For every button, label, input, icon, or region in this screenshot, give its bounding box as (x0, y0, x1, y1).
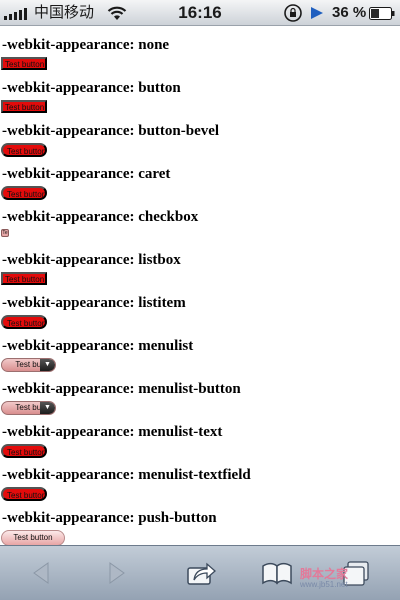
test-button[interactable]: Test button (1, 444, 47, 458)
row-heading: -webkit-appearance: listitem (2, 295, 186, 311)
screen: 中国移动 16:16 36 % -webkit-appearance: none… (0, 0, 400, 600)
rotation-lock-icon (284, 4, 302, 22)
row-heading: -webkit-appearance: checkbox (2, 209, 199, 225)
test-checkbox-button[interactable]: Te (1, 229, 9, 237)
row-heading: -webkit-appearance: button (2, 80, 181, 96)
appearance-row: -webkit-appearance: menulist Test butt ▼ (0, 329, 400, 372)
signal-icon (4, 6, 27, 20)
appearance-row: -webkit-appearance: listitem Test button (0, 286, 400, 329)
test-button[interactable]: Test button (1, 315, 47, 329)
row-heading: -webkit-appearance: none (2, 37, 170, 53)
battery-icon (369, 7, 395, 20)
test-push-button[interactable]: Test button (1, 530, 65, 546)
appearance-row: -webkit-appearance: push-button Test but… (0, 501, 400, 546)
row-heading: -webkit-appearance: push-button (2, 510, 217, 526)
play-icon (311, 7, 323, 19)
appearance-row: -webkit-appearance: listbox Test button (0, 243, 400, 286)
appearance-row: -webkit-appearance: none Test button (0, 28, 400, 71)
row-heading: -webkit-appearance: listbox (2, 252, 181, 268)
test-button[interactable]: Test button (1, 186, 47, 200)
carrier-name: 中国移动 (34, 4, 95, 21)
test-menulist-button[interactable]: Test butt ▼ (1, 358, 56, 372)
status-bar: 中国移动 16:16 36 % (0, 0, 400, 26)
dropdown-arrow-icon: ▼ (40, 359, 55, 371)
test-menulist-button[interactable]: Test butt ▼ (1, 401, 56, 415)
forward-icon[interactable] (100, 558, 134, 588)
appearance-row: -webkit-appearance: menulist-button Test… (0, 372, 400, 415)
test-button[interactable]: Test button (1, 57, 47, 70)
test-button[interactable]: Test button (1, 487, 47, 501)
row-heading: -webkit-appearance: button-bevel (2, 123, 220, 139)
appearance-row: -webkit-appearance: checkbox Te (0, 200, 400, 243)
back-icon[interactable] (24, 558, 58, 588)
site-watermark: 脚本之家 www.jb51.net (300, 565, 348, 589)
wifi-icon (107, 6, 127, 20)
row-heading: -webkit-appearance: menulist (2, 338, 194, 354)
battery-percent: 36 % (332, 4, 367, 21)
appearance-row: -webkit-appearance: menulist-textfield T… (0, 458, 400, 501)
test-button[interactable]: Test button (1, 143, 47, 157)
watermark-text: 脚本之家 (300, 567, 349, 581)
appearance-row: -webkit-appearance: button-bevel Test bu… (0, 114, 400, 157)
row-heading: -webkit-appearance: menulist-button (2, 381, 241, 397)
dropdown-arrow-icon: ▼ (40, 402, 55, 414)
row-heading: -webkit-appearance: menulist-text (2, 424, 223, 440)
bookmarks-icon[interactable] (260, 558, 294, 588)
test-button[interactable]: Test button (1, 100, 47, 113)
appearance-row: -webkit-appearance: menulist-text Test b… (0, 415, 400, 458)
watermark-url: www.jb51.net (300, 580, 348, 589)
row-heading: -webkit-appearance: menulist-textfield (2, 467, 251, 483)
test-button[interactable]: Test button (1, 272, 47, 285)
appearance-row: -webkit-appearance: caret Test button (0, 157, 400, 200)
appearance-row: -webkit-appearance: button Test button (0, 71, 400, 114)
row-heading: -webkit-appearance: caret (2, 166, 171, 182)
share-icon[interactable] (184, 558, 218, 588)
page-content: -webkit-appearance: none Test button -we… (0, 28, 400, 546)
